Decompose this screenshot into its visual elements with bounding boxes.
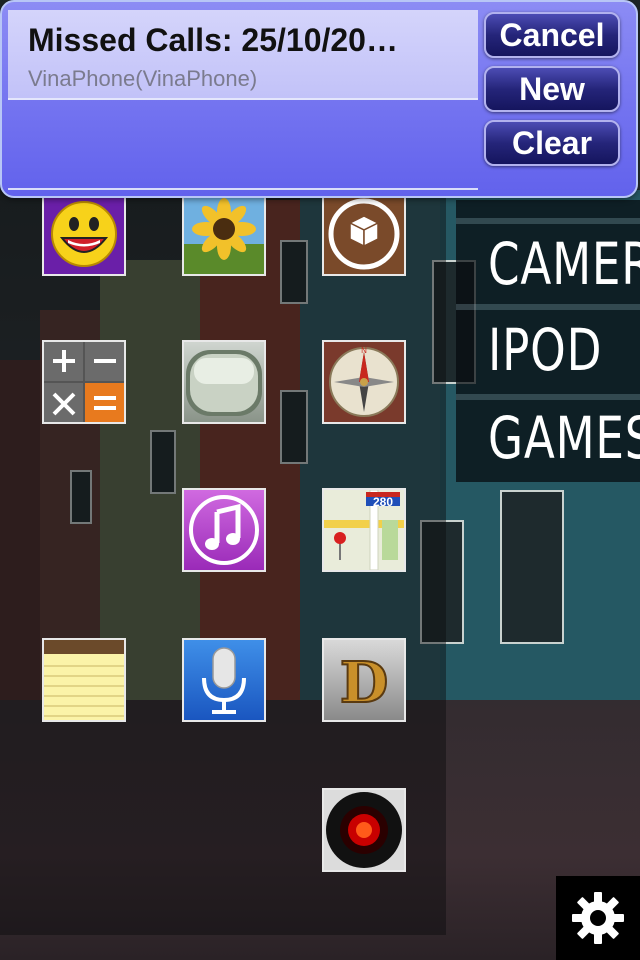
message-subtitle: VinaPhone(VinaPhone)	[28, 66, 258, 91]
missed-calls-popup: Missed Calls: 25/10/20… VinaPhone(VinaPh…	[0, 0, 638, 198]
yahoo-messenger-icon[interactable]	[42, 192, 126, 276]
notes-icon[interactable]	[42, 638, 126, 722]
clear-button[interactable]: Clear	[484, 120, 620, 166]
calculator-icon[interactable]	[42, 340, 126, 424]
cancel-button[interactable]: Cancel	[484, 12, 620, 58]
maps-icon[interactable]: 280	[322, 488, 406, 572]
gear-icon	[572, 892, 624, 944]
new-button[interactable]: New	[484, 66, 620, 112]
music-icon[interactable]	[182, 488, 266, 572]
svg-text:D: D	[340, 650, 389, 716]
side-menu: CAMERA IPOD GAMES	[456, 200, 640, 482]
message-panel[interactable]: Missed Calls: 25/10/20… VinaPhone(VinaPh…	[8, 10, 478, 190]
svg-text:N: N	[361, 346, 367, 355]
maps-badge-text: 280	[373, 495, 393, 509]
settings-button[interactable]	[556, 876, 640, 960]
message-header: Missed Calls: 25/10/20… VinaPhone(VinaPh…	[8, 10, 478, 100]
message-title: Missed Calls: 25/10/20…	[28, 22, 398, 58]
compass-icon[interactable]: N	[322, 340, 406, 424]
menu-item-camera[interactable]: CAMERA	[456, 222, 640, 306]
d-app-icon[interactable]: D	[322, 638, 406, 722]
menu-item-games[interactable]: GAMES	[456, 396, 640, 480]
sms-bubble-icon[interactable]	[182, 340, 266, 424]
cydia-icon[interactable]	[322, 192, 406, 276]
hal-camera-icon[interactable]	[322, 788, 406, 872]
sunflower-photos-icon[interactable]	[182, 192, 266, 276]
menu-item-ipod[interactable]: IPOD	[456, 308, 640, 392]
voice-memos-icon[interactable]	[182, 638, 266, 722]
